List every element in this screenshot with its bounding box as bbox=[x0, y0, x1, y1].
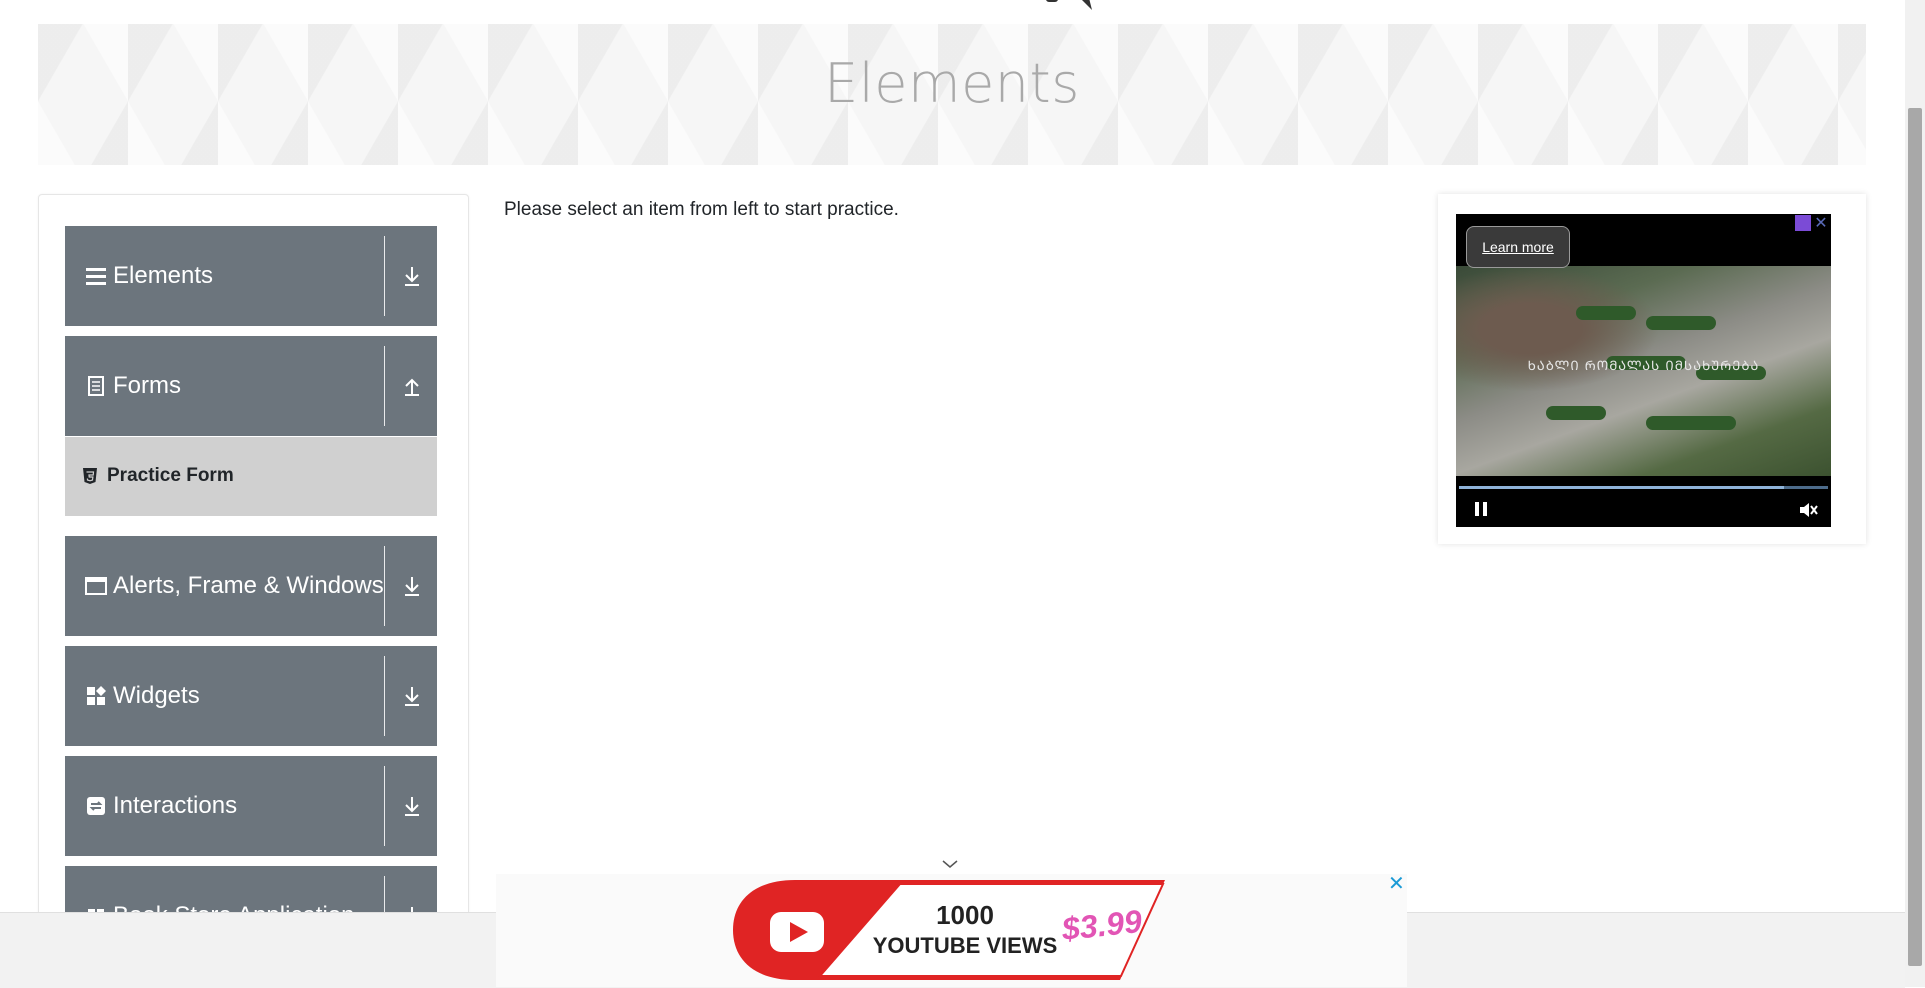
window-icon bbox=[85, 575, 107, 597]
html5-icon bbox=[83, 468, 97, 484]
sidebar-group-widgets[interactable]: Widgets bbox=[65, 646, 437, 746]
video-player[interactable]: ᲮᲐᲑᲚᲘ ᲠᲝᲛᲐᲚᲐᲡ ᲘᲛᲡᲐᲮᲣᲠᲔᲑᲐ Learn more ✕ bbox=[1456, 214, 1831, 527]
document-icon bbox=[85, 375, 107, 397]
ad-line-2: YOUTUBE VIEWS bbox=[873, 933, 1058, 958]
ad-info-icon[interactable] bbox=[1795, 215, 1811, 231]
widgets-icon bbox=[85, 685, 107, 707]
sidebar: Elements Forms Practice Form Alerts, Fra… bbox=[38, 194, 469, 916]
divider bbox=[384, 656, 385, 736]
video-ad: ᲮᲐᲑᲚᲘ ᲠᲝᲛᲐᲚᲐᲡ ᲘᲛᲡᲐᲮᲣᲠᲔᲑᲐ Learn more ✕ bbox=[1438, 194, 1866, 544]
sidebar-group-alerts-frame-windows[interactable]: Alerts, Frame & Windows bbox=[65, 536, 437, 636]
learn-more-button[interactable]: Learn more bbox=[1466, 226, 1570, 268]
instruction-text: Please select an item from left to start… bbox=[504, 199, 899, 220]
page-title: Elements bbox=[824, 52, 1080, 115]
ad-line-1: 1000 bbox=[936, 900, 994, 930]
sidebar-group-forms[interactable]: Forms bbox=[65, 336, 437, 436]
scrollbar-thumb[interactable] bbox=[1908, 108, 1922, 966]
youtube-views-ad[interactable]: 1000 YOUTUBE VIEWS $3.99 bbox=[725, 876, 1170, 984]
site-logo[interactable] bbox=[1040, 0, 1100, 12]
divider bbox=[384, 346, 385, 426]
expand-arrow-icon[interactable] bbox=[400, 684, 424, 708]
video-frame: ᲮᲐᲑᲚᲘ ᲠᲝᲛᲐᲚᲐᲡ ᲘᲛᲡᲐᲮᲣᲠᲔᲑᲐ bbox=[1456, 266, 1831, 476]
list-icon bbox=[85, 265, 107, 287]
sidebar-item-practice-form[interactable]: Practice Form bbox=[65, 437, 437, 516]
expand-arrow-icon[interactable] bbox=[400, 794, 424, 818]
interactions-icon bbox=[85, 795, 107, 817]
page-banner: Elements bbox=[38, 24, 1866, 165]
sidebar-item-label: Practice Form bbox=[107, 465, 234, 486]
collapse-arrow-icon[interactable] bbox=[400, 374, 424, 398]
sidebar-group-elements[interactable]: Elements bbox=[65, 226, 437, 326]
sidebar-group-label: Alerts, Frame & Windows bbox=[113, 572, 384, 599]
sidebar-group-interactions[interactable]: Interactions bbox=[65, 756, 437, 856]
pause-icon[interactable] bbox=[1472, 500, 1490, 518]
sidebar-group-label: Interactions bbox=[113, 792, 238, 819]
sidebar-group-book-store[interactable]: Book Store Application bbox=[65, 866, 437, 915]
close-icon[interactable]: ✕ bbox=[1388, 873, 1406, 893]
ad-close-icon[interactable]: ✕ bbox=[1812, 214, 1830, 232]
divider bbox=[384, 236, 385, 316]
chevron-down-icon[interactable] bbox=[940, 857, 960, 871]
divider bbox=[384, 876, 385, 915]
sidebar-group-label: Forms bbox=[113, 372, 181, 399]
expand-arrow-icon[interactable] bbox=[400, 264, 424, 288]
mute-icon[interactable] bbox=[1797, 499, 1819, 521]
sidebar-group-label: Elements bbox=[113, 262, 214, 289]
progress-fill bbox=[1459, 486, 1784, 489]
divider bbox=[384, 766, 385, 846]
video-caption: ᲮᲐᲑᲚᲘ ᲠᲝᲛᲐᲚᲐᲡ ᲘᲛᲡᲐᲮᲣᲠᲔᲑᲐ bbox=[1527, 359, 1760, 374]
sidebar-group-label: Widgets bbox=[113, 682, 200, 709]
page-scrollbar[interactable] bbox=[1905, 0, 1925, 987]
expand-arrow-icon[interactable] bbox=[400, 574, 424, 598]
divider bbox=[384, 546, 385, 626]
video-progress-bar[interactable] bbox=[1459, 486, 1828, 489]
